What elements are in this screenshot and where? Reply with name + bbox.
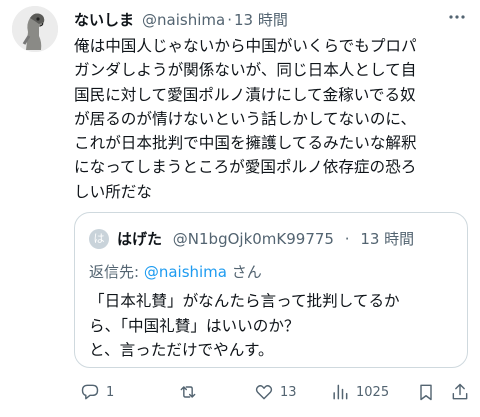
replying-to: 返信先: @naishima さん [89,261,262,282]
avatar[interactable] [12,6,58,52]
timestamp[interactable]: 13 時間 [234,9,288,30]
bookmark-button[interactable] [416,382,436,402]
quoted-author-name: はげた [117,230,163,248]
author-handle[interactable]: @naishima [142,11,225,29]
replying-to-prefix: 返信先: [89,263,144,281]
action-bar: 1 13 1025 [74,382,470,406]
share-icon [452,383,468,400]
more-icon[interactable] [448,8,466,31]
avatar-illustration [12,6,58,52]
reply-icon [81,384,99,400]
like-button[interactable]: 13 [254,382,297,402]
views-icon [333,384,348,400]
author-name[interactable]: ないしま [74,9,134,30]
like-icon [255,385,273,400]
retweet-button[interactable] [178,382,204,402]
quoted-author-handle: @N1bgOjk0mK99775 [172,230,334,248]
quoted-header: はげた @N1bgOjk0mK99775 · 13 時間 [117,229,457,249]
quoted-tweet-text: 「日本礼賛」がなんたら言って批判してるか ら、「中国礼賛」はいいのか？ と、言っ… [89,292,400,359]
views-button[interactable]: 1025 [330,382,389,402]
replying-to-suffix: さん [227,263,262,281]
like-count: 13 [280,384,297,400]
quoted-timestamp: 13 時間 [360,230,415,248]
reply-count: 1 [106,384,115,400]
quoted-avatar[interactable]: は [89,229,109,249]
quoted-tweet[interactable]: は はげた @N1bgOjk0mK99775 · 13 時間 返信先: @nai… [74,212,468,368]
reply-button[interactable]: 1 [80,382,114,402]
views-count: 1025 [356,384,390,400]
quoted-separator: · [344,230,350,248]
share-button[interactable] [450,382,470,402]
bookmark-icon [420,384,432,401]
tweet-text: 俺は中国人じゃないから中国がいくらでもプロパ ガンダしようが関係ないが、同じ日本… [74,37,417,201]
separator: · [227,11,232,29]
replying-to-mention[interactable]: @naishima [144,263,227,281]
retweet-icon [180,386,196,398]
tweet-header: ないしま @naishima · 13 時間 [74,9,444,31]
